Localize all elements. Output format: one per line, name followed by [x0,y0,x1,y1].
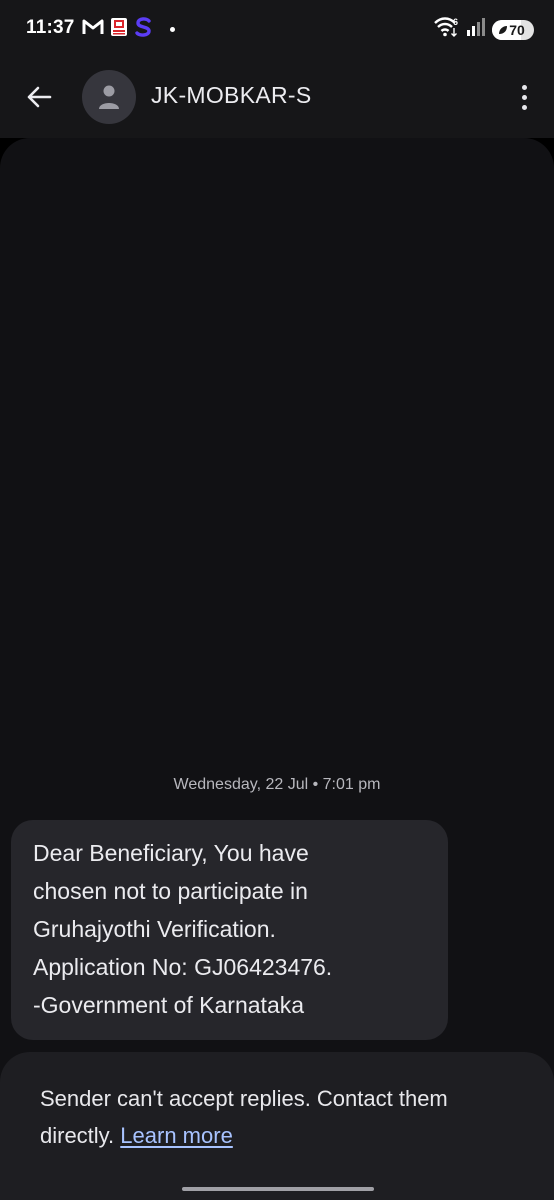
reply-notice-text: Sender can't accept replies. Contact the… [40,1080,520,1154]
app-bar: JK-MOBKAR-S [0,58,554,138]
notice-message: Sender can't accept replies. Contact the… [40,1086,448,1148]
more-vert-icon[interactable] [518,80,530,114]
notification-icons [82,16,175,43]
reply-disabled-notice: Sender can't accept replies. Contact the… [0,1052,554,1200]
status-bar: 11:37 6 70 [0,0,554,58]
avatar[interactable] [82,70,136,124]
back-button[interactable] [22,78,56,116]
s-app-icon [134,16,152,43]
battery-icon: 70 [492,19,534,40]
arrow-left-icon [27,86,52,108]
conversation-area[interactable]: Wednesday, 22 Jul • 7:01 pm Dear Benefic… [0,138,554,1200]
person-icon [99,85,119,109]
wifi-6-icon: 6 [434,16,460,43]
dot-icon [170,27,175,32]
gmail-icon [82,18,104,41]
message-bubble[interactable]: Dear Beneficiary, You have chosen not to… [11,820,448,1040]
message-text: Dear Beneficiary, You have chosen not to… [33,840,333,1018]
home-indicator[interactable] [182,1187,374,1191]
system-icons: 6 70 [434,16,534,43]
date-divider: Wednesday, 22 Jul • 7:01 pm [173,776,381,793]
app-notification-icon [110,17,128,42]
contact-name[interactable]: JK-MOBKAR-S [151,82,311,109]
battery-level: 70 [509,21,525,38]
signal-icon [466,17,486,42]
learn-more-link[interactable]: Learn more [120,1123,233,1148]
status-time: 11:37 [26,17,75,38]
wifi-label: 6 [453,17,458,27]
